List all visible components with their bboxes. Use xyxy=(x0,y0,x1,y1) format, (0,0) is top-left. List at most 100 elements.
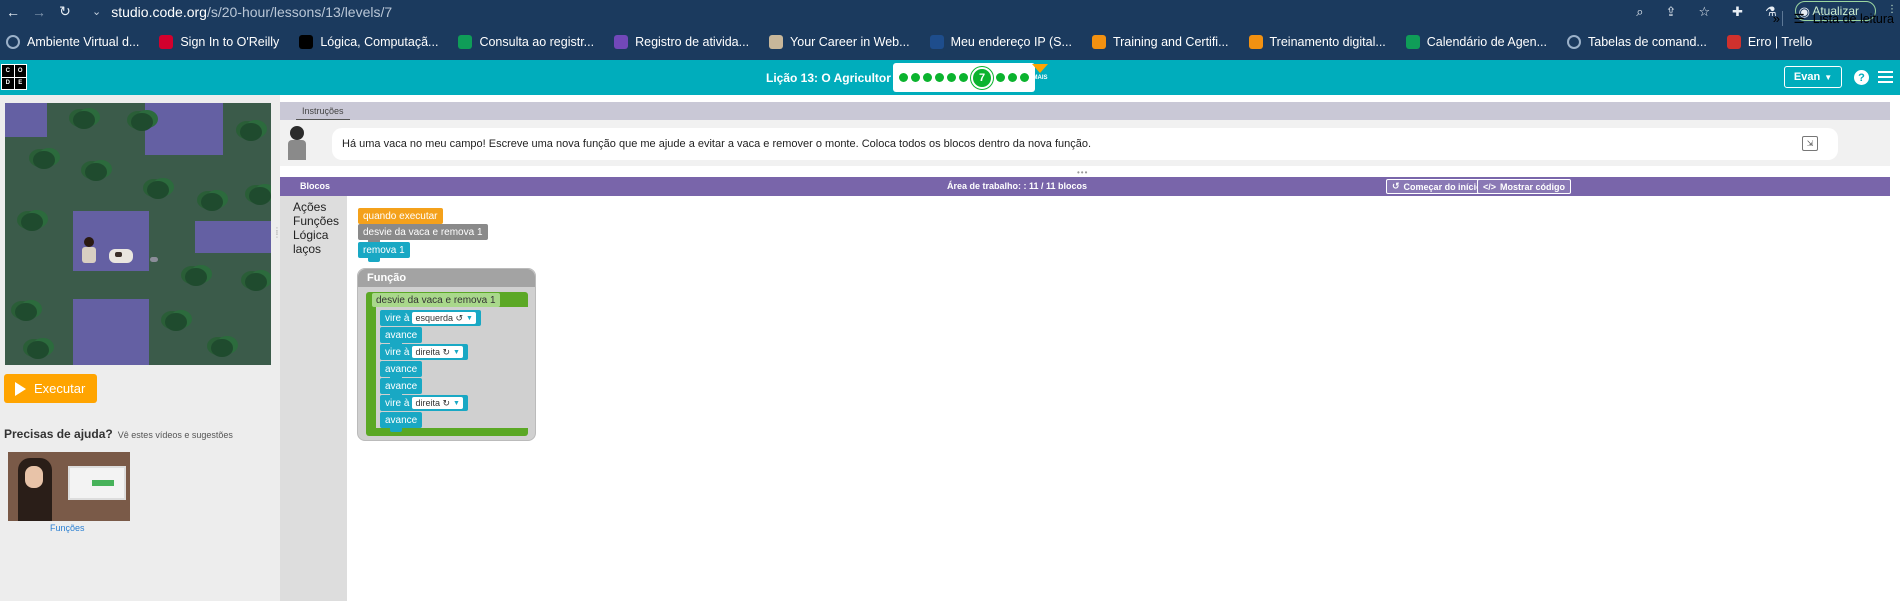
show-code-label: Mostrar código xyxy=(1500,181,1566,192)
direction-dropdown[interactable]: direita ↻ ▼ xyxy=(412,346,463,358)
tab-instructions[interactable]: Instruções xyxy=(296,102,350,120)
forward-icon[interactable]: → xyxy=(26,0,52,23)
bookmark-item[interactable]: Meu endereço IP (S... xyxy=(929,34,1072,49)
category-functions[interactable]: Funções xyxy=(293,214,339,228)
more-levels[interactable]: MAIS xyxy=(1031,64,1049,81)
deer-icon xyxy=(769,34,784,49)
help-title: Precisas de ajuda? xyxy=(4,427,113,441)
code-icon: </> xyxy=(1483,181,1497,192)
bookmark-label: Ambiente Virtual d... xyxy=(27,34,140,49)
share-icon[interactable]: ⇪ xyxy=(1666,4,1677,20)
category-logic[interactable]: Lógica xyxy=(293,228,328,242)
video-label[interactable]: Funções xyxy=(50,523,85,533)
level-dot[interactable] xyxy=(1020,73,1029,82)
url-host: studio.code.org xyxy=(111,3,207,20)
farmer-sprite xyxy=(80,237,98,263)
code-org-logo[interactable]: C O D E xyxy=(1,64,27,90)
cow-sprite xyxy=(109,249,133,263)
logo-letter: C xyxy=(2,65,14,77)
category-actions[interactable]: Ações xyxy=(293,200,326,214)
presenter-face xyxy=(25,466,43,488)
user-menu-button[interactable]: Evan ▼ xyxy=(1784,66,1842,88)
address-bar[interactable]: ⌄ studio.code.org/s/20-hour/lessons/13/l… xyxy=(92,0,1612,23)
back-icon[interactable]: ← xyxy=(0,0,26,23)
level-dot[interactable] xyxy=(899,73,908,82)
star-icon[interactable]: ☆ xyxy=(1698,4,1710,20)
bookmark-label: Tabelas de comand... xyxy=(1588,34,1707,49)
forward-block[interactable]: avance xyxy=(380,327,423,347)
turn-block[interactable]: vire à direita ↻ ▼ xyxy=(380,344,468,360)
forward-block[interactable]: avance xyxy=(380,412,423,432)
category-loops[interactable]: laços xyxy=(293,242,321,256)
zoom-icon[interactable]: ⌕ xyxy=(1636,4,1643,20)
collapse-instructions-icon[interactable]: ⇲ xyxy=(1802,136,1818,151)
bookmark-item[interactable]: Sign In to O'Reilly xyxy=(159,34,279,49)
user-name: Evan xyxy=(1793,71,1821,83)
bookmarks-overflow-icon[interactable]: » xyxy=(1773,0,1780,37)
turn-label: vire à xyxy=(385,346,410,358)
help-heading: Precisas de ajuda? Vê estes vídeos e sug… xyxy=(4,427,233,441)
bookmark-item[interactable]: Your Career in Web... xyxy=(769,34,910,49)
turn-block[interactable]: vire à direita ↻ ▼ xyxy=(380,395,468,411)
turn-block[interactable]: vire à esquerda ↺ ▼ xyxy=(380,310,481,326)
show-code-button[interactable]: </> Mostrar código xyxy=(1477,179,1572,194)
reading-list-icon: ☰ xyxy=(1782,11,1805,26)
forward-block[interactable]: avance xyxy=(380,378,423,398)
video-screen-image xyxy=(68,466,126,500)
bookmark-item[interactable]: Tabelas de comand... xyxy=(1567,34,1707,49)
extensions-icon[interactable]: ✚ xyxy=(1732,4,1743,20)
level-dot[interactable] xyxy=(935,73,944,82)
site-info-icon[interactable]: ⌄ xyxy=(92,5,101,18)
level-dot[interactable] xyxy=(947,73,956,82)
undo-icon: ↺ xyxy=(1392,181,1400,191)
level-dot[interactable] xyxy=(923,73,932,82)
reload-icon[interactable]: ↻ xyxy=(52,0,78,23)
direction-dropdown[interactable]: direita ↻ ▼ xyxy=(412,397,463,409)
notion-icon xyxy=(299,34,314,49)
code-org-header: C O D E Lição 13: O Agricultor 2 7 MAIS … xyxy=(0,60,1900,95)
workspace-canvas[interactable] xyxy=(347,196,1890,601)
bookmark-item[interactable]: Consulta ao registr... xyxy=(458,34,594,49)
function-name[interactable]: desvie da vaca e remova 1 xyxy=(372,293,500,307)
bookmark-item[interactable]: Treinamento digital... xyxy=(1248,34,1386,49)
level-dot[interactable] xyxy=(996,73,1005,82)
forms-icon xyxy=(614,34,629,49)
instructions-bubble: Há uma vaca no meu campo! Escreve uma no… xyxy=(332,128,1838,160)
bookmark-label: Meu endereço IP (S... xyxy=(950,34,1072,49)
reading-list[interactable]: ☰ Lista de leitura xyxy=(1782,0,1894,37)
bookmark-item[interactable]: Ambiente Virtual d... xyxy=(6,34,140,49)
current-level-dot[interactable]: 7 xyxy=(971,66,993,89)
lesson-title[interactable]: Lição 13: O Agricultor 2 xyxy=(766,71,901,85)
more-label: MAIS xyxy=(1032,75,1048,81)
level-dot[interactable] xyxy=(911,73,920,82)
video-thumbnail[interactable] xyxy=(8,452,130,521)
start-over-button[interactable]: ↺ Começar do início xyxy=(1386,179,1488,194)
level-dot[interactable] xyxy=(1008,73,1017,82)
caret-down-icon: ▼ xyxy=(1824,72,1833,82)
hamburger-menu-icon[interactable] xyxy=(1878,71,1893,83)
dropdown-arrow-icon: ▼ xyxy=(466,314,473,322)
forward-block[interactable]: avance xyxy=(380,361,423,381)
resize-handle[interactable]: ⋮ ⋮ xyxy=(273,227,281,243)
help-subtitle: Vê estes vídeos e sugestões xyxy=(117,430,233,440)
bookmark-item[interactable]: Calendário de Agen... xyxy=(1405,34,1547,49)
direction-dropdown[interactable]: esquerda ↺ ▼ xyxy=(412,312,476,324)
call-function-block[interactable]: desvie da vaca e remova 1 xyxy=(358,224,488,244)
instructions-panel: Instruções Há uma vaca no meu campo! Esc… xyxy=(280,102,1890,166)
dirt-pile xyxy=(150,257,158,262)
sheets-icon xyxy=(458,34,473,49)
help-icon[interactable]: ? xyxy=(1854,70,1869,85)
maze-canvas xyxy=(5,103,271,365)
reading-list-label: Lista de leitura xyxy=(1812,11,1894,26)
sheets-icon xyxy=(1405,34,1420,49)
bookmark-item[interactable]: Lógica, Computaçã... xyxy=(299,34,438,49)
farmer-avatar xyxy=(283,126,309,160)
remove-block[interactable]: remova 1 xyxy=(358,242,410,262)
turn-label: vire à xyxy=(385,312,410,324)
bookmark-item[interactable]: Training and Certifi... xyxy=(1091,34,1229,49)
run-button[interactable]: Executar xyxy=(4,374,97,403)
instructions-resize-handle[interactable]: ••• xyxy=(1077,168,1088,177)
level-dot[interactable] xyxy=(959,73,968,82)
bookmark-item[interactable]: Registro de ativida... xyxy=(614,34,749,49)
when-run-block[interactable]: quando executar xyxy=(358,208,443,228)
